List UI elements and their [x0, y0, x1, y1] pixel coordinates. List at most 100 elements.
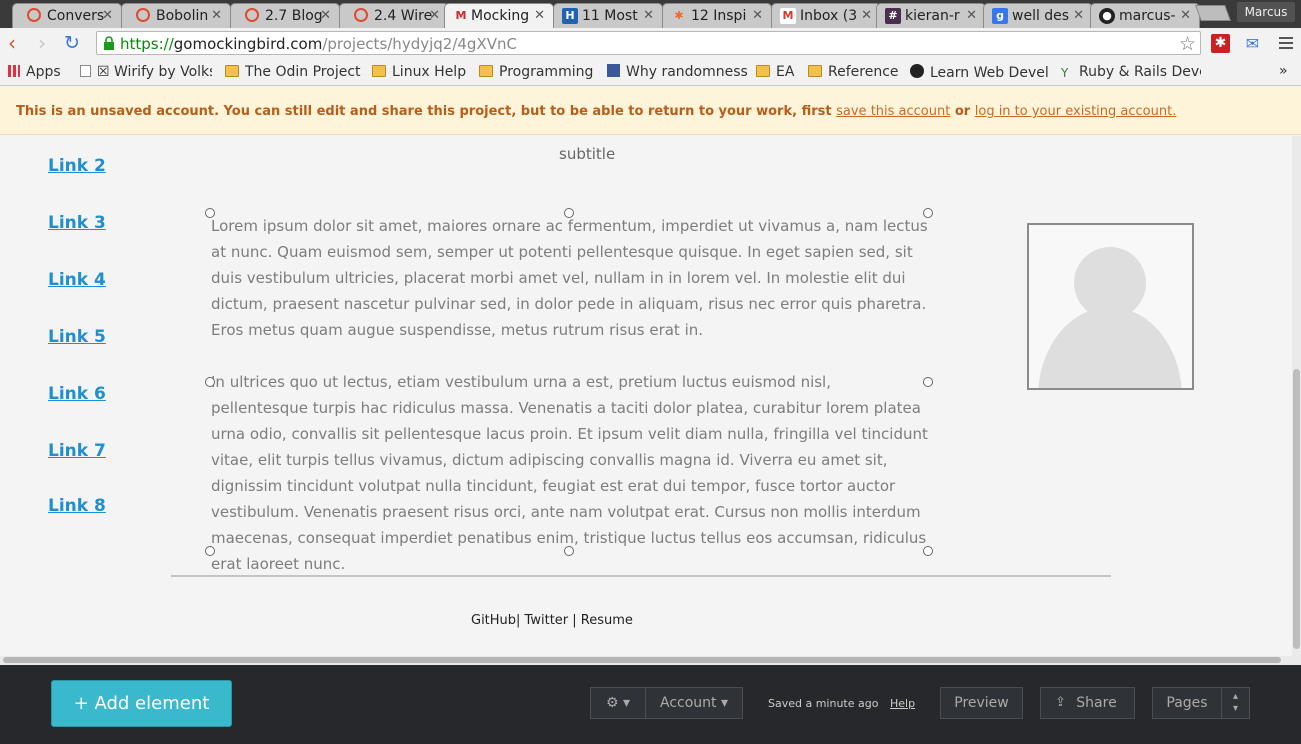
horizontal-divider [171, 575, 1111, 577]
add-element-button[interactable]: + Add element [51, 680, 232, 727]
browser-tab[interactable]: Bobolin ✕ [121, 3, 231, 28]
browser-tab[interactable]: H 11 Most ✕ [553, 3, 663, 28]
browser-tab[interactable]: ✱ 12 Inspi ✕ [662, 3, 772, 28]
resize-handle[interactable] [564, 546, 574, 556]
close-icon[interactable]: ✕ [429, 8, 440, 23]
browser-tab[interactable]: g well des ✕ [983, 3, 1093, 28]
close-icon[interactable]: ✕ [966, 8, 977, 23]
pages-button[interactable]: Pages [1152, 687, 1222, 719]
browser-tab[interactable]: Convers ✕ [12, 3, 122, 28]
resize-handle[interactable] [205, 546, 215, 556]
resize-handle[interactable] [923, 546, 933, 556]
pages-spinner[interactable]: ▴ ▾ [1221, 687, 1250, 719]
sidebar-link-7[interactable]: Link 7 [48, 441, 106, 461]
browser-menu-icon[interactable] [1279, 37, 1293, 52]
google-icon: g [992, 8, 1008, 24]
ring-icon [27, 8, 41, 22]
login-link[interactable]: log in to your existing account. [975, 104, 1177, 119]
account-dropdown-button[interactable]: Account ▾ [645, 687, 743, 719]
facebook-icon [607, 64, 620, 77]
scrollbar-thumb[interactable] [1293, 369, 1300, 649]
close-icon[interactable]: ✕ [1073, 8, 1084, 23]
browser-tab[interactable]: ● marcus- ✕ [1090, 3, 1200, 28]
page-icon [80, 65, 91, 77]
sidebar-link-3[interactable]: Link 3 [48, 213, 106, 233]
close-icon[interactable]: ✕ [102, 8, 113, 23]
ring-icon [136, 8, 150, 22]
folder-icon [372, 65, 386, 77]
close-icon[interactable]: ✕ [320, 8, 331, 23]
mockup-canvas[interactable]: subtitle Link 2 Link 3 Link 4 Link 5 Lin… [0, 136, 1292, 656]
resize-handle[interactable] [923, 208, 933, 218]
folder-icon [756, 65, 770, 77]
lastpass-icon[interactable]: ✱ [1211, 34, 1230, 53]
bookmark-item[interactable]: ☒ Wirify by Volks [80, 64, 212, 80]
rails-icon: Y [1061, 66, 1069, 80]
sidebar-link-2[interactable]: Link 2 [48, 156, 106, 176]
h-logo-icon: H [562, 8, 578, 24]
close-icon[interactable]: ✕ [211, 8, 222, 23]
close-icon[interactable]: ✕ [643, 8, 654, 23]
resize-handle[interactable] [205, 208, 215, 218]
bookmark-folder[interactable]: EA [756, 64, 794, 80]
paragraph-text-1[interactable]: Lorem ipsum dolor sit amet, maiores orna… [211, 213, 929, 343]
close-icon[interactable]: ✕ [861, 8, 872, 23]
bookmark-folder[interactable]: Programming [479, 64, 593, 80]
browser-tab[interactable]: 2.4 Wire ✕ [339, 3, 449, 28]
bookmarks-overflow-button[interactable]: » [1279, 63, 1288, 79]
back-icon[interactable]: ‹ [8, 33, 16, 53]
reload-icon[interactable]: ↻ [64, 33, 80, 53]
subtitle-text[interactable]: subtitle [559, 145, 615, 163]
sidebar-link-8[interactable]: Link 8 [48, 496, 106, 516]
bookmark-folder[interactable]: Reference [808, 64, 899, 80]
resize-handle[interactable] [564, 208, 574, 218]
person-silhouette-icon [1038, 247, 1182, 388]
browser-toolbar: ‹ › ↻ https://gomockingbird.com/projects… [0, 28, 1301, 59]
bookmark-folder[interactable]: The Odin Project [225, 64, 361, 80]
ring-icon [245, 8, 259, 22]
save-account-link[interactable]: save this account [836, 104, 950, 119]
bookmark-item[interactable]: Y Ruby & Rails Deve [1061, 64, 1201, 80]
flame-icon: ✱ [674, 9, 684, 22]
editor-toolbar: + Add element ⚙ ▾ Account ▾ Saved a minu… [0, 665, 1301, 744]
mail-checker-icon[interactable]: ✉ [1243, 34, 1262, 53]
slack-hash-icon: # [885, 8, 901, 24]
preview-button[interactable]: Preview [940, 687, 1023, 719]
address-bar[interactable]: https://gomockingbird.com/projects/hydyj… [96, 31, 1201, 55]
bookmark-apps[interactable]: Apps [8, 64, 61, 80]
browser-tab[interactable]: 2.7 Blog ✕ [230, 3, 340, 28]
settings-dropdown-button[interactable]: ⚙ ▾ [590, 687, 646, 719]
close-icon[interactable]: ✕ [1180, 8, 1191, 23]
bookmark-item[interactable]: Why randomness [607, 64, 747, 80]
vertical-scrollbar[interactable] [1292, 136, 1301, 656]
unsaved-account-notice: This is an unsaved account. You can stil… [0, 87, 1301, 135]
apps-grid-icon [8, 65, 20, 77]
forward-icon[interactable]: › [38, 33, 46, 53]
browser-tab[interactable]: # kieran-r ✕ [876, 3, 986, 28]
sidebar-link-6[interactable]: Link 6 [48, 384, 106, 404]
new-tab-button[interactable] [1195, 5, 1231, 21]
save-status: Saved a minute ago [768, 697, 879, 710]
help-link[interactable]: Help [890, 697, 915, 710]
browser-tab-strip: Convers ✕ Bobolin ✕ 2.7 Blog ✕ 2.4 Wire ✕ MM… [0, 0, 1301, 28]
close-icon[interactable]: ✕ [534, 8, 545, 23]
bookmark-item[interactable]: Learn Web Devel [910, 64, 1050, 81]
close-icon[interactable]: ✕ [752, 8, 763, 23]
ring-icon [354, 8, 368, 22]
footer-links[interactable]: GitHub| Twitter | Resume [471, 613, 633, 628]
share-button[interactable]: ⇪ Share [1040, 687, 1135, 719]
browser-tab-active[interactable]: M Mocking ✕ [444, 3, 554, 28]
horizontal-scrollbar[interactable] [0, 656, 1301, 665]
sidebar-link-4[interactable]: Link 4 [48, 270, 106, 290]
resize-handle[interactable] [205, 377, 215, 387]
avatar-placeholder[interactable] [1027, 223, 1194, 390]
scrollbar-thumb[interactable] [3, 657, 1281, 663]
bookmark-folder[interactable]: Linux Help [372, 64, 466, 80]
bookmark-star-icon[interactable]: ☆ [1179, 33, 1196, 55]
sidebar-link-5[interactable]: Link 5 [48, 327, 106, 347]
folder-icon [225, 65, 239, 77]
browser-tab[interactable]: M Inbox (3 ✕ [771, 3, 881, 28]
resize-handle[interactable] [923, 377, 933, 387]
url-text: https://gomockingbird.com/projects/hydyj… [120, 35, 517, 53]
profile-button[interactable]: Marcus [1237, 2, 1295, 22]
